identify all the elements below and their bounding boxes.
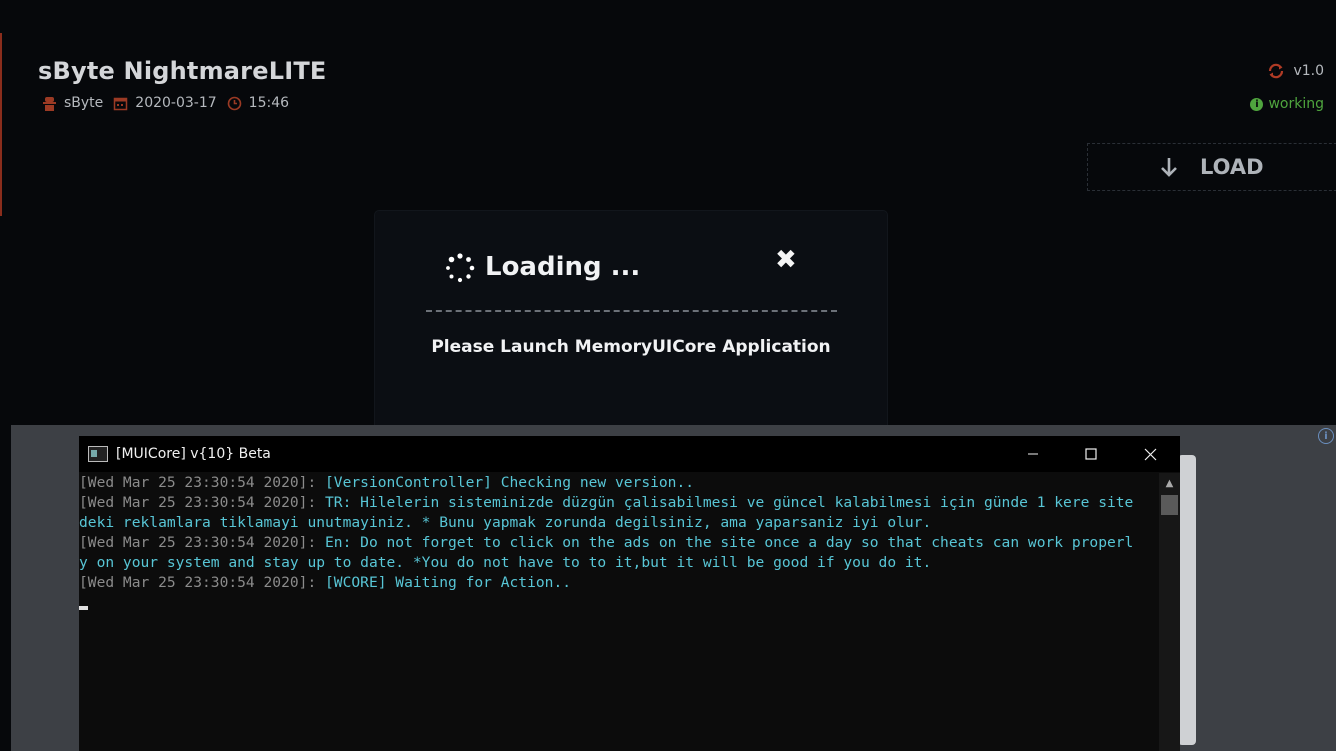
console-line: [Wed Mar 25 23:30:54 2020]: [WCORE] Wait…: [79, 574, 572, 591]
close-icon: [1144, 448, 1156, 460]
console-line: [Wed Mar 25 23:30:54 2020]: En: Do not f…: [79, 534, 1134, 551]
console-output[interactable]: [Wed Mar 25 23:30:54 2020]: [VersionCont…: [79, 473, 1159, 751]
status-text: working: [1268, 96, 1324, 112]
console-title: [MUICore] v{10} Beta: [116, 446, 271, 462]
release-date: 2020-03-17: [135, 95, 217, 111]
console-scrollbar[interactable]: ▲: [1159, 473, 1180, 751]
status-badge: i working: [1250, 96, 1324, 112]
ad-info-icon[interactable]: i: [1318, 428, 1334, 444]
version-indicator: v1.0: [1267, 62, 1324, 80]
user-secret-icon: [42, 96, 57, 111]
app-meta: sByte 2020-03-17 15:46: [42, 95, 299, 111]
modal-divider: [426, 310, 837, 312]
panel-scrollbar[interactable]: [1178, 455, 1196, 745]
app-title: sByte NightmareLITE: [38, 57, 327, 85]
close-window-button[interactable]: [1121, 436, 1179, 472]
minimize-button[interactable]: [1004, 436, 1062, 472]
calendar-icon: [113, 96, 128, 111]
refresh-icon: [1269, 63, 1284, 79]
console-titlebar[interactable]: [MUICore] v{10} Beta: [79, 436, 1180, 472]
console-app-icon: [88, 446, 108, 462]
spinner-icon: [446, 253, 475, 283]
minimize-icon: [1028, 453, 1038, 455]
accent-bar: [0, 33, 2, 216]
console-line: [Wed Mar 25 23:30:54 2020]: [VersionCont…: [79, 474, 695, 491]
console-line: [Wed Mar 25 23:30:54 2020]: TR: Hileleri…: [79, 494, 1134, 511]
loading-modal: Loading ... ✖ Please Launch MemoryUICore…: [375, 211, 887, 431]
console-line: deki reklamlara tiklamayi unutmayiniz. *…: [79, 514, 932, 531]
console-line: y on your system and stay up to date. *Y…: [79, 554, 932, 571]
arrow-down-icon: [1161, 158, 1177, 177]
modal-message: Please Launch MemoryUICore Application: [431, 337, 831, 357]
scroll-up-icon[interactable]: ▲: [1159, 473, 1180, 493]
maximize-icon: [1085, 448, 1097, 460]
load-button[interactable]: LOAD: [1087, 143, 1336, 191]
close-icon[interactable]: ✖: [775, 247, 797, 273]
version-text: v1.0: [1293, 63, 1324, 79]
load-button-label: LOAD: [1200, 155, 1264, 179]
modal-title: Loading ...: [485, 252, 641, 282]
text-cursor: [79, 606, 88, 610]
maximize-button[interactable]: [1062, 436, 1120, 472]
console-window: [MUICore] v{10} Beta [Wed Mar 25 23:30:5…: [79, 436, 1180, 751]
author-name: sByte: [64, 95, 104, 111]
release-time: 15:46: [248, 95, 290, 111]
clock-icon: [227, 96, 242, 111]
scroll-thumb[interactable]: [1161, 495, 1178, 515]
info-icon: i: [1250, 97, 1264, 111]
